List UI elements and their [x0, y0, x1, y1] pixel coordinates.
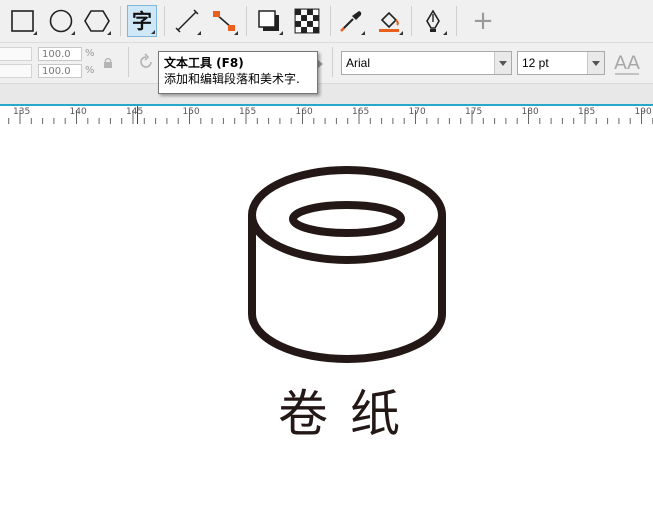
font-name-dropdown[interactable]: Arial: [341, 51, 512, 75]
drawing-canvas[interactable]: 卷纸: [0, 124, 653, 509]
tooltip-title: 文本工具 (F8): [164, 56, 244, 70]
dimension-tool-button[interactable]: [172, 5, 202, 37]
property-bar: 100.0 100.0 % % Arial 12 pt A A: [0, 43, 653, 84]
ruler-label: 150: [182, 107, 200, 117]
svg-text:A: A: [627, 52, 640, 74]
transparency-tool-button[interactable]: [292, 5, 322, 37]
ruler-ticks: [8, 110, 653, 124]
text-char-icon: 字: [132, 9, 152, 33]
scale-y-unit: %: [85, 65, 95, 76]
add-tool-button[interactable]: +: [468, 5, 498, 37]
ellipse-tool-button[interactable]: [46, 5, 76, 37]
font-size-dropdown[interactable]: 12 pt: [517, 51, 605, 75]
scale-x-unit: %: [85, 48, 95, 59]
main-toolbar: 字 +: [0, 0, 653, 43]
ruler-label: 140: [69, 107, 87, 117]
font-name-value: Arial: [346, 56, 371, 70]
ruler-label: 160: [295, 107, 313, 117]
text-tool-button[interactable]: 字: [127, 5, 157, 37]
svg-text:A: A: [614, 52, 627, 74]
hidden-control-arrow: [318, 60, 323, 68]
interactive-fill-tool-button[interactable]: [374, 5, 404, 37]
ruler-cursor-marker: [137, 106, 138, 124]
connector-tool-button[interactable]: [209, 5, 239, 37]
position-field-y[interactable]: [0, 64, 32, 78]
ruler-label: 165: [352, 107, 370, 117]
scale-y-input[interactable]: 100.0: [38, 64, 82, 78]
toilet-paper-roll-icon[interactable]: [0, 124, 653, 509]
roll-paper-caption[interactable]: 卷纸: [278, 384, 422, 444]
position-field-x[interactable]: [0, 47, 32, 61]
rectangle-tool-button[interactable]: [8, 5, 38, 37]
horizontal-ruler[interactable]: 135 140 145 150 155 160 165 170 175 180 185 190: [0, 104, 653, 124]
lock-ratio-icon[interactable]: [103, 57, 113, 69]
plus-icon: +: [472, 6, 494, 36]
chevron-down-icon[interactable]: [587, 52, 604, 74]
ruler-label: 190: [634, 107, 652, 117]
drop-shadow-tool-button[interactable]: [254, 5, 284, 37]
ruler-label: 170: [408, 107, 426, 117]
tooltip-description: 添加和编辑段落和美术字.: [164, 72, 300, 86]
rotate-icon[interactable]: [137, 53, 155, 71]
eyedropper-tool-button[interactable]: [336, 5, 366, 37]
toolbar-gutter: [0, 84, 653, 104]
polygon-tool-button[interactable]: [82, 5, 112, 37]
font-scaling-icon[interactable]: A A: [612, 49, 642, 77]
ruler-label: 145: [126, 107, 144, 117]
chevron-down-icon[interactable]: [494, 52, 511, 74]
ruler-label: 185: [578, 107, 596, 117]
pen-tool-button[interactable]: [418, 5, 448, 37]
text-tool-tooltip: 文本工具 (F8) 添加和编辑段落和美术字.: [158, 51, 318, 94]
ruler-label: 175: [465, 107, 483, 117]
ruler-label: 135: [13, 107, 31, 117]
font-size-value: 12 pt: [522, 56, 549, 70]
scale-x-input[interactable]: 100.0: [38, 47, 82, 61]
checkerboard-icon: [294, 8, 320, 34]
ruler-label: 155: [239, 107, 257, 117]
ruler-label: 180: [521, 107, 539, 117]
